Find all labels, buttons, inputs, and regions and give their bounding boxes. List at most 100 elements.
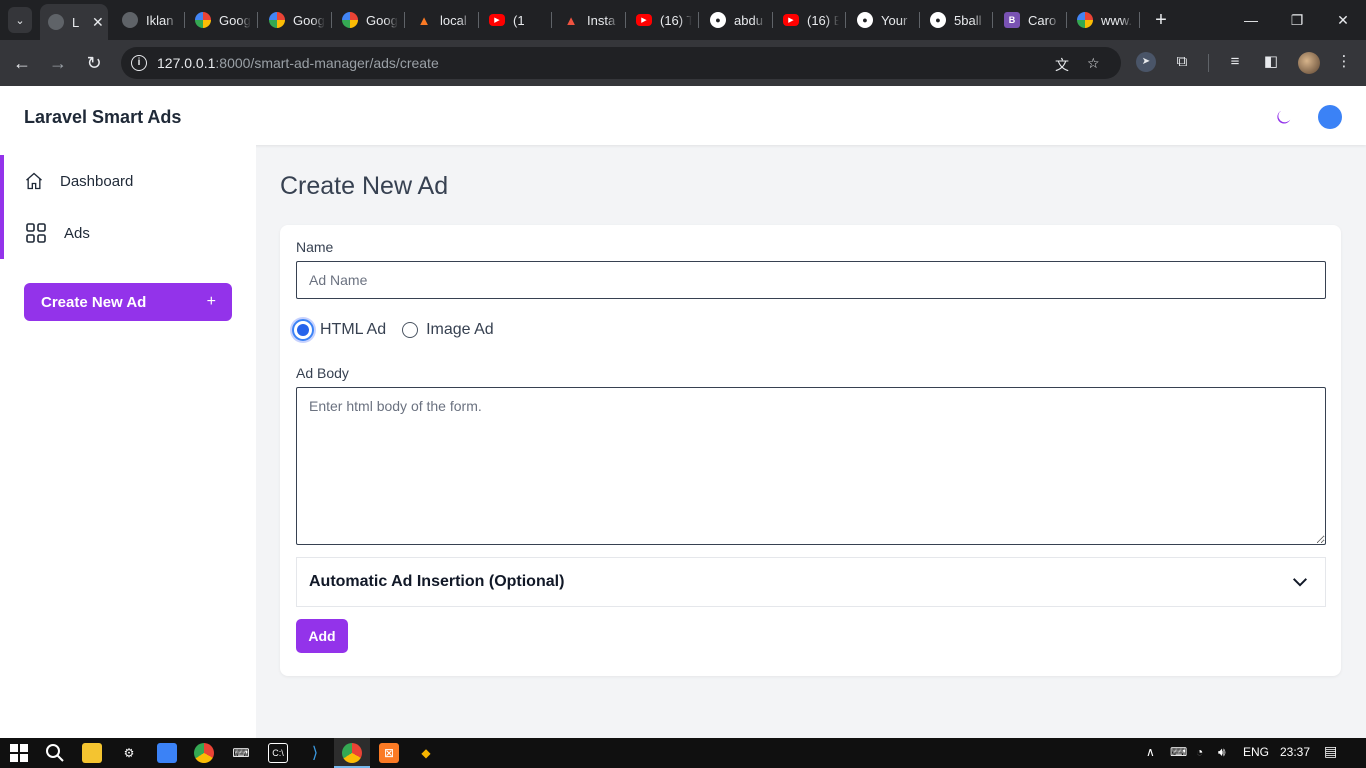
translate-icon[interactable]: 文	[1055, 55, 1069, 75]
browser-tab[interactable]: ▲ local	[408, 6, 472, 34]
page-title: Create New Ad	[280, 172, 449, 200]
html-ad-label[interactable]: HTML Ad	[320, 321, 386, 339]
browser-tab[interactable]: Goog	[261, 6, 325, 34]
image-ad-radio[interactable]	[402, 322, 419, 338]
html-ad-radio[interactable]	[292, 319, 314, 341]
tab-close-icon[interactable]: ✕	[92, 14, 104, 31]
windows-start-icon[interactable]	[9, 743, 29, 763]
back-button[interactable]: ←	[10, 51, 34, 75]
github-icon: ●	[710, 12, 726, 28]
google-icon	[195, 12, 211, 28]
sidebar-item-label: Dashboard	[60, 172, 134, 190]
create-new-ad-button[interactable]: Create New Ad +	[24, 283, 232, 321]
tab-search-button[interactable]: ⌄	[8, 7, 32, 33]
auto-insertion-accordion[interactable]: Automatic Ad Insertion (Optional)	[296, 557, 1326, 607]
url-path: :8000/smart-ad-manager/ads/create	[215, 55, 439, 71]
xampp-icon[interactable]: ⊠	[379, 743, 399, 763]
browser-tab[interactable]: B Caro	[996, 6, 1060, 34]
tab-separator	[478, 12, 479, 28]
tab-separator	[625, 12, 626, 28]
media-control-icon[interactable]: ≡	[1225, 52, 1245, 72]
site-info-icon[interactable]: i	[131, 55, 147, 71]
user-avatar[interactable]	[1318, 105, 1342, 129]
tray-ime-icon[interactable]: ⌨	[1170, 745, 1187, 759]
extensions-puzzle-icon[interactable]: ⧉	[1172, 52, 1192, 72]
ad-name-input[interactable]	[296, 261, 1326, 299]
address-bar[interactable]: i 127.0.0.1:8000/smart-ad-manager/ads/cr…	[121, 47, 1121, 79]
wifi-icon[interactable]: ◔	[1196, 745, 1203, 759]
terminal-icon[interactable]: C:\	[268, 743, 288, 763]
reload-button[interactable]: ↻	[82, 51, 106, 75]
brand-title[interactable]: Laravel Smart Ads	[24, 107, 181, 128]
bookmark-star-icon[interactable]: ☆	[1087, 55, 1100, 72]
create-new-ad-label: Create New Ad	[41, 293, 147, 311]
browser-tab-title: Caro	[1028, 12, 1057, 28]
sidebar-item-dashboard[interactable]: Dashboard	[0, 155, 256, 207]
search-icon[interactable]	[45, 743, 65, 763]
url-host: 127.0.0.1	[157, 55, 216, 71]
url-text[interactable]: 127.0.0.1:8000/smart-ad-manager/ads/crea…	[157, 55, 439, 71]
browser-tab[interactable]: Goog	[187, 6, 251, 34]
ad-body-textarea[interactable]	[296, 387, 1326, 545]
dark-mode-moon-icon[interactable]	[1274, 108, 1292, 126]
tab-separator	[404, 12, 405, 28]
grid-icon	[26, 223, 46, 243]
browser-tab-title: 5ball	[954, 12, 982, 28]
youtube-icon: ▶	[783, 14, 799, 26]
language-indicator[interactable]: ENG	[1243, 745, 1269, 759]
page-viewport: Laravel Smart Ads Dashboard Ads Create N…	[0, 86, 1366, 738]
browser-tab[interactable]: ● Your	[849, 6, 913, 34]
sidebar-item-ads[interactable]: Ads	[0, 207, 256, 259]
image-ad-label[interactable]: Image Ad	[426, 321, 494, 339]
side-panel-icon[interactable]: ◧	[1261, 52, 1281, 72]
globe-icon	[122, 12, 138, 28]
github-icon: ●	[930, 12, 946, 28]
chrome-icon[interactable]	[194, 743, 214, 763]
notepad-icon[interactable]	[157, 743, 177, 763]
tab-separator	[919, 12, 920, 28]
browser-tab[interactable]: Goog	[334, 6, 398, 34]
window-close-button[interactable]: ✕	[1320, 8, 1366, 32]
app-gear-icon[interactable]: ⚙	[119, 743, 139, 763]
minimize-button[interactable]: —	[1228, 8, 1274, 32]
windows-taskbar: ⚙ ⌨ C:\ ⟩ ⊠ ◆ ∧ ⌨ ◔ 🔊︎ ENG 23:37 ▤	[0, 738, 1366, 768]
browser-tab-title: Goog	[293, 12, 325, 28]
volume-icon[interactable]: 🔊︎	[1218, 745, 1226, 760]
chevron-down-icon	[1292, 578, 1308, 587]
browser-tab[interactable]: ▶ (16) T	[628, 6, 692, 34]
browser-tab-title: Goog	[366, 12, 398, 28]
google-icon	[342, 12, 358, 28]
notification-center-icon[interactable]: ▤	[1324, 743, 1337, 760]
home-icon	[26, 172, 42, 190]
tab-separator	[551, 12, 552, 28]
browser-tab-title: Insta	[587, 12, 616, 28]
browser-tab[interactable]: ● 5ball	[922, 6, 986, 34]
add-button[interactable]: Add	[296, 619, 348, 653]
file-explorer-icon[interactable]	[82, 743, 102, 763]
git-client-icon[interactable]: ◆	[416, 743, 436, 763]
browser-tab[interactable]: ▲ Insta	[555, 6, 619, 34]
new-tab-button[interactable]: +	[1152, 8, 1170, 32]
browser-tab[interactable]: ● abdu	[702, 6, 766, 34]
ad-body-label: Ad Body	[296, 365, 349, 381]
forward-button[interactable]: →	[46, 51, 70, 75]
profile-avatar[interactable]	[1298, 52, 1320, 74]
keyboard-icon[interactable]: ⌨	[231, 743, 251, 763]
vscode-icon[interactable]: ⟩	[305, 743, 325, 763]
browser-tab[interactable]: Iklan	[114, 6, 178, 34]
chrome-active-icon[interactable]	[342, 743, 362, 763]
restore-button[interactable]: ❐	[1274, 8, 1320, 32]
browser-tab-title: (16) E	[807, 12, 839, 28]
browser-tab[interactable]: www.	[1069, 6, 1133, 34]
tab-separator	[698, 12, 699, 28]
browser-tab[interactable]: L ✕	[40, 4, 108, 40]
extension-cursor-icon[interactable]: ➤	[1136, 52, 1156, 72]
chrome-menu-icon[interactable]: ⋮	[1334, 52, 1354, 72]
browser-tab-title: L	[72, 14, 80, 30]
clock-time[interactable]: 23:37	[1280, 745, 1310, 759]
browser-tab[interactable]: ▶ (16) E	[775, 6, 839, 34]
tray-chevron-up-icon[interactable]: ∧	[1146, 745, 1155, 759]
accordion-title: Automatic Ad Insertion (Optional)	[309, 573, 565, 590]
browser-tab[interactable]: ▶ (1	[481, 6, 545, 34]
browser-tab-title: abdu	[734, 12, 763, 28]
